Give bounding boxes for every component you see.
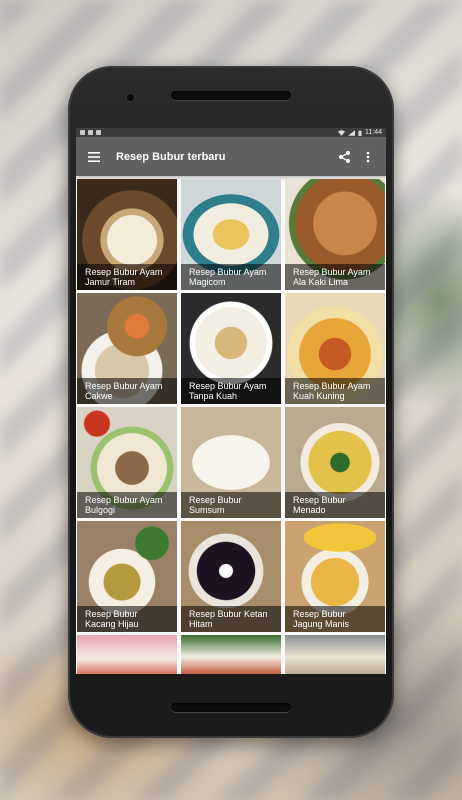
app-screen: 11:44 Resep Bubur terbaru Resep Bubur Ay… [76, 128, 386, 674]
recipe-title-line2: Cakwe [85, 391, 113, 401]
wifi-icon [338, 129, 345, 136]
recipe-title-line1: Resep Bubur Ayam [293, 267, 371, 277]
recipe-title-line2: Jamur Tiram [85, 277, 136, 287]
recipe-card[interactable] [181, 635, 281, 674]
recipe-caption: Resep Bubur Ayam Jamur Tiram [77, 264, 177, 290]
recipe-caption: Resep Bubur Ayam Cakwe [77, 378, 177, 404]
notification-icons [80, 130, 101, 135]
recipe-title-line1: Resep Bubur Ayam [189, 381, 267, 391]
recipe-image [77, 635, 177, 674]
recipe-card[interactable]: Resep Bubur Ketan Hitam [181, 521, 281, 632]
recipe-card[interactable]: Resep Bubur Kacang Hijau [77, 521, 177, 632]
recipe-card[interactable] [77, 635, 177, 674]
recipe-card[interactable]: Resep Bubur Ayam Ala Kaki Lima [285, 179, 385, 290]
recipe-title-line1: Resep Bubur [189, 495, 242, 505]
recipe-caption: Resep Bubur Menado [285, 492, 385, 518]
recipe-title-line1: Resep Bubur [85, 609, 138, 619]
earpiece-speaker [171, 91, 291, 100]
recipe-caption: Resep Bubur Ayam Tanpa Kuah [181, 378, 281, 404]
recipe-title-line1: Resep Bubur Ketan [189, 609, 268, 619]
recipe-caption: Resep Bubur Ketan Hitam [181, 606, 281, 632]
recipe-title-line2: Menado [293, 505, 326, 515]
recipe-card[interactable]: Resep Bubur Ayam Jamur Tiram [77, 179, 177, 290]
recipe-title-line2: Magicom [189, 277, 226, 287]
recipe-title-line1: Resep Bubur Ayam [85, 495, 163, 505]
recipe-card[interactable]: Resep Bubur Ayam Cakwe [77, 293, 177, 404]
notification-icon [88, 130, 93, 135]
recipe-caption: Resep Bubur Kacang Hijau [77, 606, 177, 632]
recipe-title-line1: Resep Bubur Ayam [293, 381, 371, 391]
recipe-card[interactable]: Resep Bubur Jagung Manis [285, 521, 385, 632]
recipe-card[interactable]: Resep Bubur Ayam Tanpa Kuah [181, 293, 281, 404]
hamburger-menu-icon[interactable] [76, 137, 112, 176]
recipe-title-line1: Resep Bubur Ayam [85, 267, 163, 277]
recipe-card[interactable] [285, 635, 385, 674]
page-title: Resep Bubur terbaru [116, 150, 226, 163]
recipe-title-line2: Hitam [189, 619, 213, 629]
bottom-speaker [171, 703, 291, 712]
status-time: 11:44 [365, 129, 382, 136]
recipe-card[interactable]: Resep Bubur Ayam Bulgogi [77, 407, 177, 518]
recipe-caption: Resep Bubur Ayam Kuah Kuning [285, 378, 385, 404]
recipe-card[interactable]: Resep Bubur Sumsum [181, 407, 281, 518]
recipe-card[interactable]: Resep Bubur Ayam Magicom [181, 179, 281, 290]
battery-icon [358, 130, 362, 136]
recipe-title-line1: Resep Bubur [293, 609, 346, 619]
recipe-title-line1: Resep Bubur [293, 495, 346, 505]
recipe-title-line2: Kacang Hijau [85, 619, 139, 629]
app-bar: Resep Bubur terbaru [76, 137, 386, 176]
recipe-title-line1: Resep Bubur Ayam [189, 267, 267, 277]
recipe-title-line2: Sumsum [189, 505, 225, 515]
recipe-caption: Resep Bubur Ayam Bulgogi [77, 492, 177, 518]
recipe-caption: Resep Bubur Sumsum [181, 492, 281, 518]
recipe-caption: Resep Bubur Ayam Magicom [181, 264, 281, 290]
recipe-caption: Resep Bubur Jagung Manis [285, 606, 385, 632]
notification-icon [96, 130, 101, 135]
phone-frame: 11:44 Resep Bubur terbaru Resep Bubur Ay… [68, 66, 394, 738]
front-camera [127, 94, 134, 101]
notification-icon [80, 130, 85, 135]
recipe-title-line2: Ala Kaki Lima [293, 277, 349, 287]
status-bar: 11:44 [76, 128, 386, 137]
system-icons: 11:44 [338, 129, 382, 136]
recipe-title-line1: Resep Bubur Ayam [85, 381, 163, 391]
signal-icon [348, 129, 355, 136]
recipe-title-line2: Tanpa Kuah [189, 391, 238, 401]
recipe-grid: Resep Bubur Ayam Jamur Tiram Resep Bubur… [76, 176, 386, 674]
recipe-title-line2: Bulgogi [85, 505, 116, 515]
recipe-image [285, 635, 385, 674]
share-icon[interactable] [332, 137, 356, 176]
recipe-title-line2: Kuah Kuning [293, 391, 345, 401]
recipe-card[interactable]: Resep Bubur Menado [285, 407, 385, 518]
recipe-title-line2: Jagung Manis [293, 619, 350, 629]
recipe-caption: Resep Bubur Ayam Ala Kaki Lima [285, 264, 385, 290]
recipe-image [181, 635, 281, 674]
recipe-card[interactable]: Resep Bubur Ayam Kuah Kuning [285, 293, 385, 404]
more-vert-icon[interactable] [356, 137, 380, 176]
